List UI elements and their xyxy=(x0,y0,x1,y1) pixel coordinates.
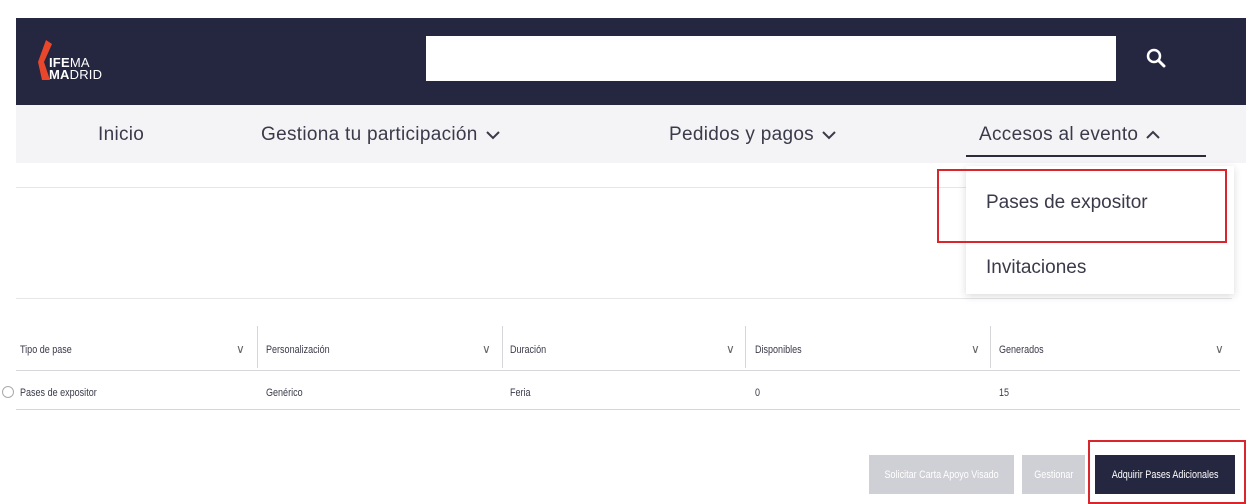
column-separator xyxy=(257,326,258,368)
divider xyxy=(16,298,1232,299)
chevron-down-icon[interactable]: ∨ xyxy=(971,342,980,356)
solicitar-carta-button[interactable]: Solicitar Carta Apoyo Visado xyxy=(869,455,1014,494)
column-separator xyxy=(502,326,503,368)
dropdown-item-invitaciones[interactable]: Invitaciones xyxy=(986,257,1086,279)
chevron-down-icon xyxy=(822,131,836,140)
column-header-disponibles[interactable]: Disponibles xyxy=(755,344,802,356)
nav-gestiona[interactable]: Gestiona tu participación xyxy=(261,124,500,146)
row-radio[interactable] xyxy=(2,386,14,398)
highlight-box xyxy=(1088,440,1246,504)
cell-personalizacion: Genérico xyxy=(266,387,303,399)
cell-generados: 15 xyxy=(999,387,1010,399)
chevron-down-icon[interactable]: ∨ xyxy=(1215,342,1224,356)
column-header-personalizacion[interactable]: Personalización xyxy=(266,344,330,356)
chevron-down-icon[interactable]: ∨ xyxy=(482,342,491,356)
column-header-tipo[interactable]: Tipo de pase xyxy=(20,344,72,356)
search-input[interactable] xyxy=(426,36,1116,81)
cell-duracion: Feria xyxy=(510,387,531,399)
cell-disponibles: 0 xyxy=(755,387,761,399)
column-header-generados[interactable]: Generados xyxy=(999,344,1044,356)
column-separator xyxy=(990,326,991,368)
gestionar-button[interactable]: Gestionar xyxy=(1022,455,1085,494)
nav-accesos[interactable]: Accesos al evento xyxy=(979,124,1161,146)
chevron-up-icon xyxy=(1146,130,1161,139)
nav-pedidos-label: Pedidos y pagos xyxy=(669,124,814,145)
chevron-down-icon[interactable]: ∨ xyxy=(236,342,245,356)
column-header-duracion[interactable]: Duración xyxy=(510,344,546,356)
search-button[interactable] xyxy=(1136,38,1176,78)
active-nav-underline xyxy=(966,155,1206,157)
ifema-logo[interactable]: IFEMA MADRID xyxy=(38,40,118,90)
nav-pedidos[interactable]: Pedidos y pagos xyxy=(669,124,836,146)
header-bar: IFEMA MADRID xyxy=(16,18,1246,105)
highlight-box xyxy=(937,169,1227,243)
search-icon xyxy=(1146,48,1166,68)
nav-inicio-label: Inicio xyxy=(98,124,145,145)
cell-tipo: Pases de expositor xyxy=(20,387,97,399)
nav-accesos-label: Accesos al evento xyxy=(979,124,1139,145)
nav-gestiona-label: Gestiona tu participación xyxy=(261,124,478,145)
nav-inicio[interactable]: Inicio xyxy=(98,124,144,146)
table-header-divider xyxy=(16,370,1240,371)
table-row-divider xyxy=(16,409,1240,410)
logo-text: IFEMA MADRID xyxy=(49,55,103,82)
column-separator xyxy=(745,326,746,368)
chevron-down-icon xyxy=(485,131,500,140)
chevron-down-icon[interactable]: ∨ xyxy=(726,342,735,356)
